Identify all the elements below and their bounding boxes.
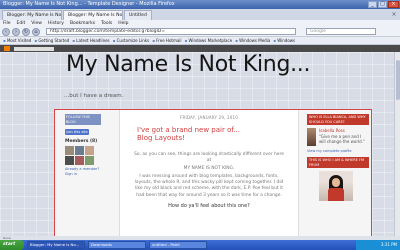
menu-bookmarks[interactable]: Bookmarks [70,20,95,27]
bookmark-windows-marketplace[interactable]: Windows Marketplace [185,37,233,44]
tab-untitled[interactable]: Untitled [124,10,152,20]
blog-page: My Name Is Not King... ...but I have a d… [0,52,400,236]
home-icon[interactable]: ⌂ [32,27,40,36]
window-controls: _ □ × [368,1,399,8]
blog-title[interactable]: My Name Is Not King... [66,52,311,77]
menu-file[interactable]: File [3,20,11,27]
blog-content-frame: FOLLOW THIS BLOG Join this site Members … [54,109,372,236]
post-title[interactable]: I've got a brand new pair of... Blog Lay… [137,126,257,142]
right-sidebar: WHO IS ELLA BIANCA, AND WHY SHOULD YOU C… [307,114,369,201]
close-button[interactable]: × [388,1,399,8]
post-body: So, as you can see, things are looking d… [132,152,286,199]
followers-widget-title: FOLLOW THIS BLOG [65,114,101,125]
member-avatar[interactable] [75,156,84,165]
taskbar-item-firefox[interactable]: Blogger: My Name Is No... [27,241,85,249]
photo-dress-shape [328,188,344,201]
member-avatar[interactable] [75,146,84,155]
windows-taskbar: start Blogger: My Name Is No... Download… [0,240,400,250]
bookmark-most-visited[interactable]: Most Visited [3,37,31,44]
post-footer-question: How do ya'll feel about this one? [168,202,250,209]
window-titlebar: Blogger: My Name Is Not King... - Templa… [0,0,400,9]
bookmark-customize-links[interactable]: Customize Links [113,37,150,44]
start-button[interactable]: start [0,240,24,250]
profile-name[interactable]: Isabella Ross [319,128,369,133]
members-count: Members (8) [65,139,98,144]
photo-widget-title: THIS IS WHO I AM & WHERE I'M FROM [307,157,369,168]
menu-history[interactable]: History [48,20,64,27]
about-widget-title: WHO IS ELLA BIANCA, AND WHY SHOULD YOU C… [307,114,369,125]
taskbar-item-paint[interactable]: untitled - Paint [149,241,207,249]
window-title: Blogger: My Name Is Not King... - Templa… [3,1,175,7]
navigation-toolbar: ‹ › ↻ ⌂ http://draft.blogger.com/templat… [0,27,400,37]
tab-blogger-2[interactable]: Blogger: My Name Is Not King... [63,10,123,20]
taskbar-item-downloads[interactable]: Downloads [88,241,146,249]
profile-avatar[interactable] [307,128,316,146]
bookmark-latest-headlines[interactable]: Latest Headlines [72,37,109,44]
forward-arrow-icon[interactable]: › [12,27,20,36]
blog-search-input[interactable] [14,46,54,51]
blog-description: ...but I have a dream. [64,93,124,99]
menu-help[interactable]: Help [118,20,128,27]
bookmark-windows-media[interactable]: Windows Media [235,37,270,44]
profile-row: Isabella Ross "Give me a pen and I will … [307,128,369,146]
bookmark-windows[interactable]: Windows [273,37,295,44]
maximize-button[interactable]: □ [378,1,387,8]
blogger-navbar [0,45,400,52]
post-paragraph: So, as you can see, things are looking d… [134,152,284,164]
address-bar[interactable]: http://draft.blogger.com/template-editor… [46,28,296,35]
sign-in-link[interactable]: Already a member? Sign in [65,167,101,176]
page-scrollbar[interactable] [394,52,400,236]
member-avatar[interactable] [85,156,94,165]
member-avatar[interactable] [65,146,74,155]
menu-bar: File Edit View History Bookmarks Tools H… [0,20,400,27]
scrollbar-thumb[interactable] [396,60,400,100]
member-avatar[interactable] [65,156,74,165]
reload-icon[interactable]: ↻ [22,27,30,36]
system-tray-clock[interactable]: 3:31 PM [356,240,400,250]
post-paragraph: I was messing around with blog templates… [134,174,284,198]
tab-strip: Blogger: My Name Is Not King... Blogger:… [0,9,400,20]
bookmark-getting-started[interactable]: Getting Started [34,37,69,44]
profile-quote: "Give me a pen and I will change the wor… [318,134,365,144]
close-tab-icon[interactable]: × [390,11,398,18]
photo-face-shape [332,178,340,187]
profile-photo [319,171,353,201]
menu-view[interactable]: View [31,20,42,27]
post-date: FRIDAY, JANUARY 29, 2010 [179,115,239,120]
bookmarks-toolbar: Most Visited Getting Started Latest Head… [0,37,400,45]
tab-blogger-1[interactable]: Blogger: My Name Is Not King... [2,10,62,20]
menu-tools[interactable]: Tools [101,20,112,27]
blogger-logo-icon[interactable] [4,46,10,51]
view-profile-link[interactable]: View my complete profile [307,149,369,153]
menu-edit[interactable]: Edit [17,20,26,27]
profile-info: Isabella Ross "Give me a pen and I will … [319,128,369,146]
back-arrow-icon[interactable]: ‹ [2,27,10,36]
bookmark-free-hotmail[interactable]: Free Hotmail [152,37,181,44]
members-grid [65,146,101,165]
minimize-button[interactable]: _ [368,1,377,8]
member-avatar[interactable] [85,146,94,155]
post-paragraph: MY NAME IS NOT KING. [183,166,235,172]
post-area: FRIDAY, JANUARY 29, 2010 I've got a bran… [119,110,299,236]
search-input[interactable]: Google [306,28,376,35]
left-sidebar: FOLLOW THIS BLOG Join this site Members … [65,114,101,176]
join-site-button[interactable]: Join this site [65,129,89,135]
